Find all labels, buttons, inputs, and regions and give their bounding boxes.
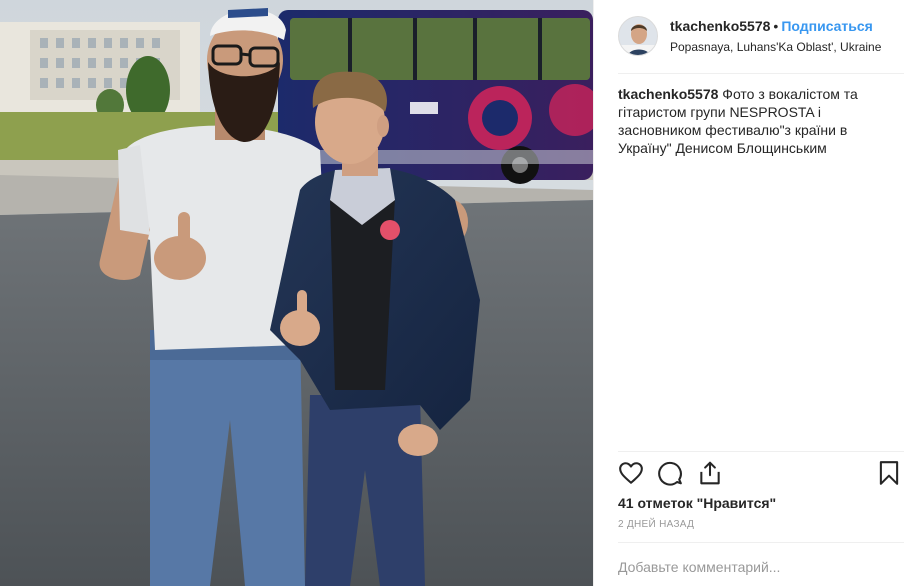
- heart-icon: [619, 462, 643, 484]
- follow-button[interactable]: Подписаться: [781, 18, 873, 34]
- caption-username-link[interactable]: tkachenko5578: [618, 86, 718, 102]
- comment-input[interactable]: [618, 556, 898, 578]
- share-icon: [700, 461, 720, 485]
- comment-button[interactable]: [657, 460, 685, 488]
- bookmark-icon: [879, 461, 899, 485]
- post-photo[interactable]: [0, 0, 593, 586]
- comment-bubble-icon: [658, 461, 682, 486]
- username-link[interactable]: tkachenko5578: [670, 18, 770, 34]
- post-timestamp[interactable]: 2 ДНЕЙ НАЗАД: [618, 519, 694, 530]
- save-button[interactable]: [876, 460, 904, 488]
- divider: [618, 73, 904, 74]
- avatar[interactable]: [618, 16, 658, 56]
- header-line: tkachenko5578 • Подписаться: [670, 17, 896, 35]
- separator-dot: •: [773, 18, 779, 34]
- caption: tkachenko5578 Фото з вокалістом та гітар…: [618, 85, 898, 157]
- divider: [618, 542, 904, 543]
- action-bar: [618, 460, 904, 488]
- post-photo-graphic: [0, 0, 593, 586]
- like-button[interactable]: [618, 460, 646, 488]
- avatar-image: [619, 17, 657, 55]
- location-link[interactable]: Popasnaya, Luhans'Ka Oblast', Ukraine: [670, 39, 896, 55]
- divider: [618, 451, 904, 452]
- post-sidebar: tkachenko5578 • Подписаться Popasnaya, Luh…: [593, 0, 912, 586]
- post-header: tkachenko5578 • Подписаться Popasnaya, Luh…: [618, 14, 896, 62]
- header-text: tkachenko5578 • Подписаться Popasnaya, Luh…: [670, 17, 896, 55]
- likes-count[interactable]: 41 отметок "Нравится": [618, 495, 776, 511]
- share-button[interactable]: [697, 460, 725, 488]
